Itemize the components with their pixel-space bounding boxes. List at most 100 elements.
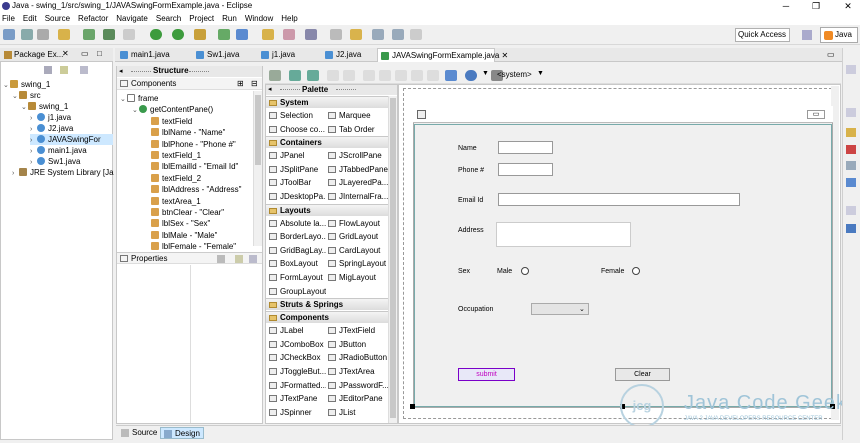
palette-item[interactable]: JLayeredPa...: [327, 176, 389, 189]
test-gui-icon[interactable]: [269, 70, 281, 81]
palette-item[interactable]: GridBagLay...: [268, 244, 326, 257]
run-last-icon[interactable]: [172, 29, 184, 40]
resize-handle-bottom-left[interactable]: [410, 404, 415, 409]
tree-item[interactable]: › main1.java: [30, 145, 87, 156]
component-tree-item[interactable]: lblMale - "Male": [144, 230, 217, 241]
console-icon[interactable]: [846, 224, 856, 233]
palette-item[interactable]: JDesktopPa...: [268, 190, 326, 203]
submit-button[interactable]: submit: [458, 368, 515, 381]
component-tree-item[interactable]: lblPhone - "Phone #": [144, 139, 236, 150]
palette-category[interactable]: Struts & Springs: [266, 298, 394, 311]
frame-minimize-icon[interactable]: ▭: [807, 110, 825, 119]
palette-item[interactable]: GridLayout: [327, 230, 389, 243]
component-tree-item[interactable]: lblName - "Name": [144, 127, 225, 138]
open-type-icon[interactable]: [262, 29, 274, 40]
phone-field[interactable]: [498, 163, 553, 176]
declaration-icon[interactable]: [846, 178, 856, 187]
editor-tab[interactable]: main1.java: [117, 48, 191, 62]
properties-icon[interactable]: [58, 29, 70, 40]
palette-item[interactable]: JScrollPane: [327, 149, 389, 162]
chevron-down-icon[interactable]: ⌄: [132, 105, 139, 115]
component-tree-item[interactable]: textField_2: [144, 173, 201, 184]
save-all-icon[interactable]: [37, 29, 49, 40]
dropdown-arrow-icon[interactable]: ▼: [482, 70, 489, 77]
palette-item[interactable]: JButton: [327, 338, 389, 351]
palette-item[interactable]: JCheckBox: [268, 351, 326, 364]
show-advanced-icon[interactable]: [235, 255, 243, 263]
external-tools-icon[interactable]: [194, 29, 206, 40]
palette-item[interactable]: JLabel: [268, 324, 326, 337]
copy-icon[interactable]: [379, 70, 391, 81]
package-explorer-tab[interactable]: Package Ex...: [14, 50, 63, 59]
refresh-icon[interactable]: [289, 70, 301, 81]
maximize-button[interactable]: ❐: [806, 0, 826, 12]
palette-item[interactable]: Selection: [268, 109, 326, 122]
back-icon[interactable]: [372, 29, 384, 40]
menu-window[interactable]: Window: [245, 14, 273, 23]
component-tree-item[interactable]: ⌄ frame: [120, 93, 158, 104]
palette-item[interactable]: JPanel: [268, 149, 326, 162]
component-tree-item[interactable]: btnClear - "Clear": [144, 207, 224, 218]
tree-item[interactable]: ⌄ swing_1: [21, 101, 68, 112]
scroll-thumb[interactable]: [255, 95, 261, 165]
delete-icon[interactable]: [411, 70, 423, 81]
last-edit-icon[interactable]: [350, 29, 362, 40]
palette-item[interactable]: JSpinner: [268, 406, 326, 419]
component-tree-item[interactable]: textField_1: [144, 150, 201, 161]
javadoc-icon[interactable]: [846, 161, 856, 170]
palette-item[interactable]: BoxLayout: [268, 257, 326, 270]
components-scrollbar[interactable]: [253, 91, 262, 246]
debug-icon[interactable]: [103, 29, 115, 40]
new-java-project-icon[interactable]: [218, 29, 230, 40]
palette-scroll-thumb[interactable]: [390, 98, 396, 418]
restore-icon[interactable]: [846, 65, 856, 74]
system-laf-label[interactable]: <system>: [497, 70, 532, 79]
maximize-icon[interactable]: □: [97, 49, 102, 58]
tree-item[interactable]: › JAVASwingFor: [30, 134, 113, 145]
view-menu-icon[interactable]: [80, 66, 88, 74]
outline-icon[interactable]: [846, 128, 856, 137]
close-tab-icon[interactable]: ✕: [499, 51, 509, 60]
skip-icon[interactable]: [123, 29, 135, 40]
editor-tab[interactable]: j1.java: [258, 48, 320, 62]
palette-item[interactable]: JEditorPane: [327, 392, 389, 405]
collapse-icon[interactable]: ⊟: [251, 79, 258, 88]
palette-item[interactable]: SpringLayout: [327, 257, 389, 270]
palette-item[interactable]: BorderLayo...: [268, 230, 326, 243]
chevron-down-icon[interactable]: ⌄: [120, 94, 127, 104]
editor-minimize-icon[interactable]: ▭: [827, 50, 835, 59]
component-tree-item[interactable]: ⌄ getContentPane(): [132, 104, 213, 115]
search-icon[interactable]: [283, 29, 295, 40]
close-window-button[interactable]: ✕: [838, 0, 858, 12]
forward-icon[interactable]: [392, 29, 404, 40]
palette-item[interactable]: Choose co...: [268, 123, 326, 136]
quick-access-input[interactable]: Quick Access: [735, 28, 790, 42]
preview-icon[interactable]: [445, 70, 457, 81]
palette-category[interactable]: System: [266, 96, 394, 108]
menu-help[interactable]: Help: [281, 14, 297, 23]
occupation-combobox[interactable]: ⌄: [531, 303, 589, 315]
open-perspective-icon[interactable]: [802, 30, 812, 40]
palette-item[interactable]: CardLayout: [327, 244, 389, 257]
palette-category[interactable]: Components: [266, 311, 394, 324]
tree-item[interactable]: ⌄ swing_1: [3, 79, 50, 90]
tree-item[interactable]: › JRE System Library [Ja: [12, 167, 114, 178]
run-icon[interactable]: [150, 29, 162, 40]
annotation-icon[interactable]: [305, 29, 317, 40]
tree-item[interactable]: › J2.java: [30, 123, 73, 134]
palette-item[interactable]: JPasswordF...: [327, 379, 389, 392]
menu-project[interactable]: Project: [189, 14, 214, 23]
component-tree-item[interactable]: textArea_1: [144, 196, 201, 207]
palette-item[interactable]: JToggleBut...: [268, 365, 326, 378]
palette-item[interactable]: JList: [327, 406, 389, 419]
tree-item[interactable]: › Sw1.java: [30, 156, 80, 167]
name-field[interactable]: [498, 141, 553, 154]
palette-item[interactable]: JRadioButton: [327, 351, 389, 364]
palette-item[interactable]: MigLayout: [327, 271, 389, 284]
component-tree-item[interactable]: lblFemale - "Female": [144, 241, 236, 252]
palette-item[interactable]: JComboBox: [268, 338, 326, 351]
new-class-icon[interactable]: [236, 29, 248, 40]
palette-item[interactable]: JTextPane: [268, 392, 326, 405]
paste-icon[interactable]: [395, 70, 407, 81]
forward-arrow-icon[interactable]: [410, 29, 422, 40]
